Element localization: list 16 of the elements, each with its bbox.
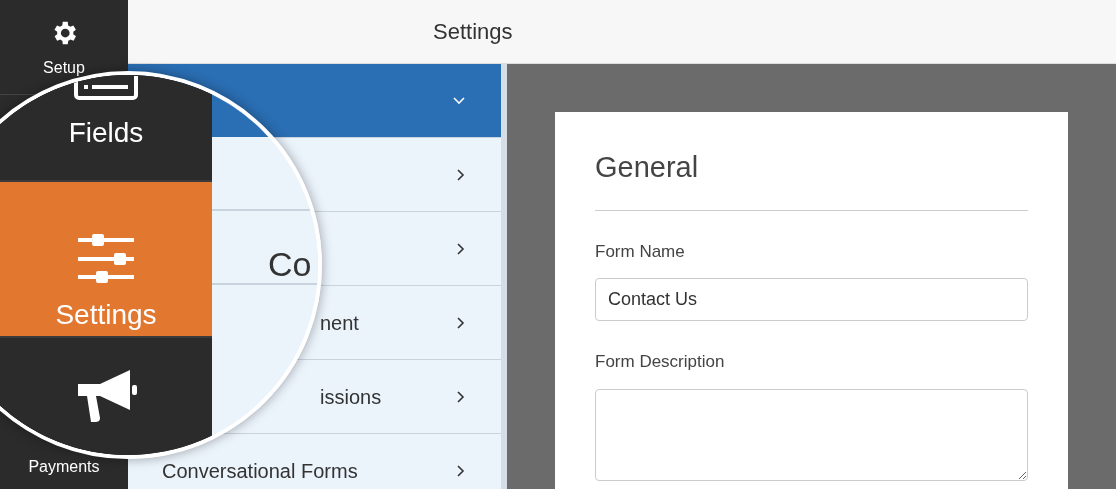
field-label: Form Name <box>595 240 686 263</box>
chevron-right-icon <box>457 464 465 477</box>
chevron-right-icon <box>457 168 465 181</box>
chevron-right-icon <box>457 316 465 329</box>
chevron-down-icon <box>453 96 465 105</box>
form-name-field[interactable]: Contact Us <box>595 278 1028 321</box>
sliders-icon <box>78 234 134 285</box>
chevron-right-icon <box>457 242 465 255</box>
section-title: General <box>595 146 1028 211</box>
chevron-right-icon <box>457 390 465 403</box>
page-title: Settings <box>433 18 513 46</box>
field-label: Form Description <box>595 351 726 373</box>
magnified-text: Co <box>268 247 312 283</box>
description-field[interactable] <box>595 388 1028 481</box>
sidebar-item[interactable]: Payments <box>0 455 128 489</box>
form-field-icon <box>74 76 138 103</box>
